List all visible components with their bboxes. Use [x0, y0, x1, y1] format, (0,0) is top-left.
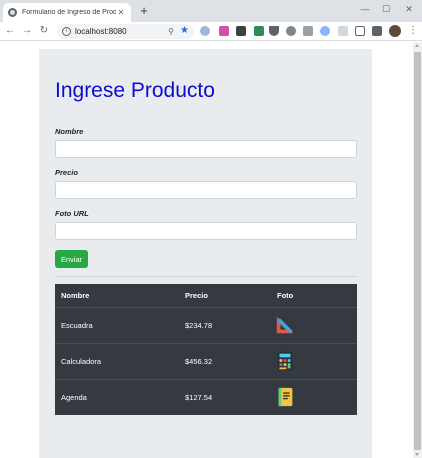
product-price-cell: $234.78: [179, 306, 271, 343]
tab-close-icon[interactable]: ✕: [116, 8, 126, 17]
globe-favicon-icon: [8, 8, 17, 17]
minimize-button[interactable]: —: [357, 2, 373, 16]
tab-title: Formulario de Ingreso de Producto: [22, 9, 116, 16]
extension-9-icon[interactable]: [338, 26, 348, 36]
page-title: Ingrese Producto: [55, 79, 215, 102]
extension-5-icon[interactable]: [269, 26, 279, 36]
calculator-icon: [277, 351, 293, 371]
extension-7-icon[interactable]: [303, 26, 313, 36]
enviar-button[interactable]: Enviar: [55, 250, 88, 268]
extensions-puzzle-icon[interactable]: [372, 26, 382, 36]
extension-1-icon[interactable]: [200, 26, 210, 36]
scroll-up-arrow-icon[interactable]: [415, 44, 419, 47]
foto-url-input[interactable]: [55, 222, 357, 240]
product-photo-cell: [271, 306, 357, 343]
product-name-cell: Escuadra: [55, 306, 179, 343]
forward-button[interactable]: →: [20, 24, 34, 38]
column-header-precio: Precio: [179, 284, 271, 308]
product-photo-cell: [271, 342, 357, 379]
products-table: Nombre Precio Foto Escuadra $234.78 Calc…: [55, 284, 357, 415]
bookmark-star-icon[interactable]: ★: [180, 25, 189, 37]
vertical-scrollbar[interactable]: [413, 42, 422, 458]
divider: [55, 276, 357, 277]
notebook-agenda-icon: [278, 388, 293, 407]
browser-menu-icon[interactable]: ⋮: [408, 24, 418, 38]
back-button[interactable]: ←: [3, 24, 17, 38]
product-name-cell: Calculadora: [55, 342, 179, 379]
table-row: Escuadra $234.78: [55, 306, 357, 343]
tab-strip: Formulario de Ingreso de Producto ✕ + — …: [0, 0, 422, 22]
column-header-foto: Foto: [271, 284, 357, 308]
browser-toolbar: ← → ↻ i localhost:8080 ⚲ ★ ⋮: [0, 22, 422, 41]
extension-6-icon[interactable]: [286, 26, 296, 36]
url-text[interactable]: localhost:8080: [75, 26, 127, 37]
extension-8-icon[interactable]: [320, 26, 330, 36]
product-name-cell: Agenda: [55, 378, 179, 415]
product-photo-cell: [271, 378, 357, 415]
nombre-input[interactable]: [55, 140, 357, 158]
form-container: Ingrese Producto Nombre Precio Foto URL …: [39, 49, 372, 458]
window-close-button[interactable]: ✕: [401, 2, 417, 16]
maximize-button[interactable]: ☐: [378, 2, 394, 16]
foto-url-label: Foto URL: [55, 209, 89, 218]
new-tab-button[interactable]: +: [137, 4, 151, 18]
set-square-ruler-icon: [276, 316, 294, 334]
reload-button[interactable]: ↻: [37, 24, 51, 38]
column-header-nombre: Nombre: [55, 284, 179, 308]
extension-2-icon[interactable]: [219, 26, 229, 36]
scroll-down-arrow-icon[interactable]: [415, 453, 419, 456]
product-price-cell: $127.54: [179, 378, 271, 415]
page-viewport: Ingrese Producto Nombre Precio Foto URL …: [0, 42, 413, 458]
table-header-row: Nombre Precio Foto: [55, 284, 357, 308]
precio-input[interactable]: [55, 181, 357, 199]
address-bar[interactable]: i localhost:8080 ⚲ ★: [57, 24, 194, 39]
scrollbar-thumb[interactable]: [414, 52, 421, 450]
table-row: Calculadora $456.32: [55, 342, 357, 379]
zoom-icon[interactable]: ⚲: [168, 26, 174, 37]
profile-avatar[interactable]: [389, 25, 401, 37]
table-row: Agenda $127.54: [55, 378, 357, 415]
site-info-icon[interactable]: i: [62, 27, 71, 36]
nombre-label: Nombre: [55, 127, 84, 136]
extension-10-icon[interactable]: [355, 26, 365, 36]
precio-label: Precio: [55, 168, 78, 177]
product-price-cell: $456.32: [179, 342, 271, 379]
extension-3-icon[interactable]: [236, 26, 246, 36]
browser-tab[interactable]: Formulario de Ingreso de Producto ✕: [3, 3, 131, 22]
extension-4-icon[interactable]: [254, 26, 264, 36]
